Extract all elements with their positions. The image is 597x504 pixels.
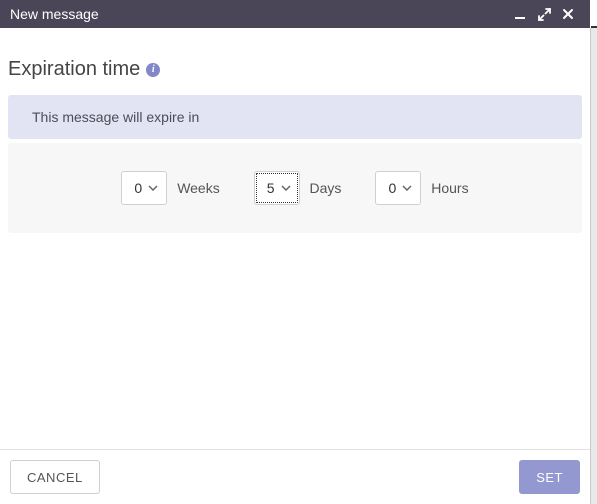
minimize-icon[interactable] [508,8,532,20]
window-title: New message [10,6,508,22]
hours-value: 0 [388,180,396,196]
duration-picker: 0 Weeks 5 Days [8,143,582,233]
titlebar: New message [0,0,590,28]
days-label: Days [310,180,342,196]
chevron-down-icon [281,185,291,191]
weeks-unit: 0 Weeks [121,171,219,205]
days-value: 5 [267,180,275,196]
hours-select[interactable]: 0 [375,171,421,205]
close-icon[interactable] [556,8,580,20]
hours-label: Hours [431,180,468,196]
footer: CANCEL SET [0,449,590,504]
days-unit: 5 Days [254,171,342,205]
content-area: Expiration time i This message will expi… [0,28,590,449]
compose-window: New message Expiration time i This messa… [0,0,590,504]
expire-banner: This message will expire in [8,95,582,139]
info-icon[interactable]: i [146,63,160,77]
cancel-button[interactable]: CANCEL [10,460,100,494]
expand-icon[interactable] [532,8,556,21]
weeks-label: Weeks [177,180,220,196]
heading-row: Expiration time i [8,46,582,95]
set-button[interactable]: SET [519,460,580,494]
page-title: Expiration time [8,58,140,81]
weeks-select[interactable]: 0 [121,171,167,205]
weeks-value: 0 [134,180,142,196]
picker-row: 0 Weeks 5 Days [8,171,582,205]
chevron-down-icon [148,185,158,191]
chevron-down-icon [402,185,412,191]
days-select[interactable]: 5 [254,171,300,205]
hours-unit: 0 Hours [375,171,468,205]
window-edge [590,28,597,504]
